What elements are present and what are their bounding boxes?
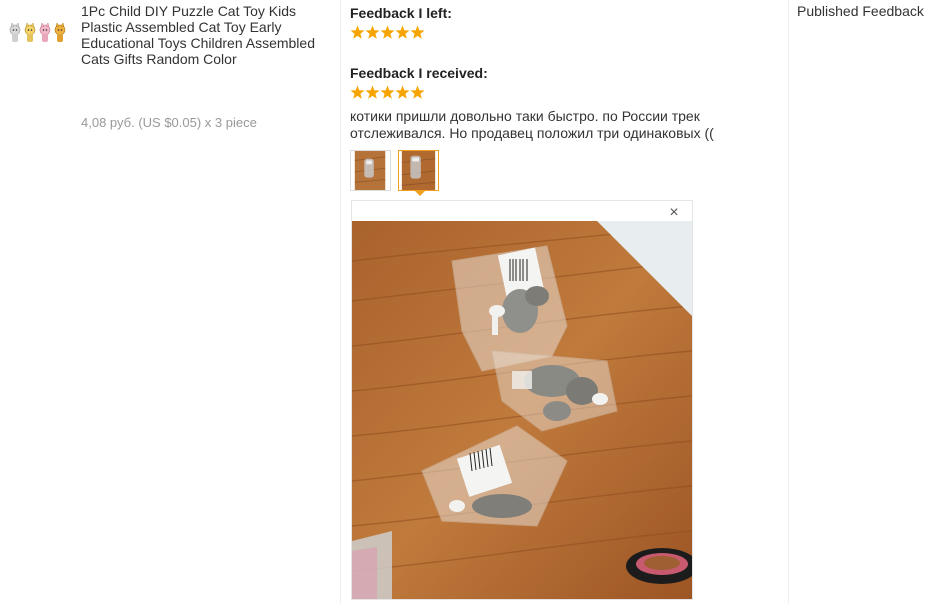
review-photo-thumb-2[interactable]: [398, 150, 439, 191]
close-icon[interactable]: ×: [666, 205, 682, 221]
feedback-received-label: Feedback I received:: [350, 65, 488, 81]
review-photo-2-icon: [399, 151, 438, 190]
published-feedback-status: Published Feedback: [797, 3, 924, 19]
product-image[interactable]: [8, 22, 70, 44]
feedback-column: Feedback I left: Feedback I received: ко…: [340, 0, 789, 603]
product-column: 1Pc Child DIY Puzzle Cat Toy Kids Plasti…: [0, 0, 340, 603]
feedback-received-stars: [350, 85, 425, 101]
review-photo-large-icon: [352, 221, 692, 599]
active-thumb-indicator: [414, 190, 426, 196]
review-photo-large[interactable]: [352, 221, 692, 599]
product-title[interactable]: 1Pc Child DIY Puzzle Cat Toy Kids Plasti…: [81, 3, 331, 67]
feedback-left-stars: [350, 25, 425, 41]
review-photo-1-icon: [351, 151, 390, 190]
photo-viewer: ×: [351, 200, 693, 600]
star-rating-icon: [350, 85, 425, 99]
status-column: Published Feedback: [789, 0, 928, 603]
cat-toys-icon: [9, 22, 66, 42]
review-photo-thumb-1[interactable]: [350, 150, 391, 191]
feedback-left-label: Feedback I left:: [350, 5, 452, 21]
product-price: 4,08 руб. (US $0.05) x 3 piece: [81, 115, 257, 130]
review-text: котики пришли довольно таки быстро. по Р…: [350, 108, 714, 141]
star-rating-icon: [350, 25, 425, 39]
